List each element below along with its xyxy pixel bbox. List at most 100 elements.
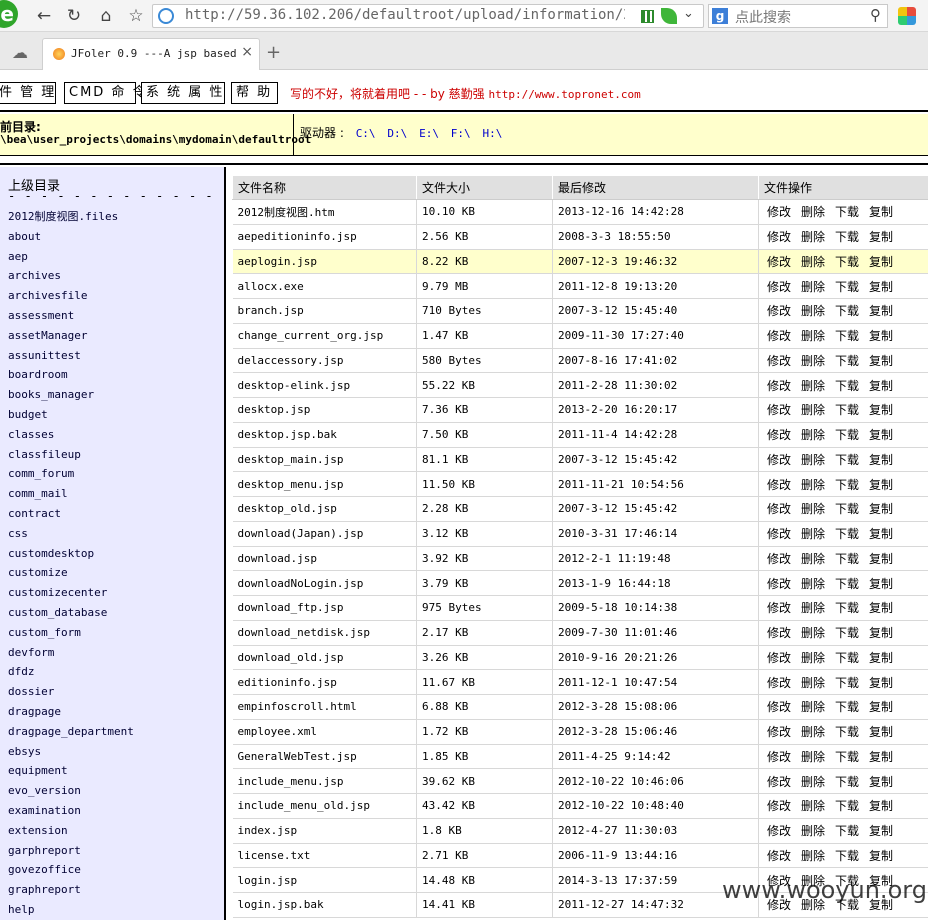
delete-link[interactable]: 删除 bbox=[801, 822, 825, 839]
edit-link[interactable]: 修改 bbox=[767, 203, 791, 220]
delete-link[interactable]: 删除 bbox=[801, 723, 825, 740]
sidebar-dir-item[interactable]: dfdz bbox=[8, 662, 134, 682]
sidebar-dir-item[interactable]: archives bbox=[8, 266, 134, 286]
drive-f-link[interactable]: F:\ bbox=[451, 127, 471, 140]
edit-link[interactable]: 修改 bbox=[767, 401, 791, 418]
delete-link[interactable]: 删除 bbox=[801, 401, 825, 418]
sidebar-dir-item[interactable]: 2012制度视图.files bbox=[8, 207, 134, 227]
file-name-cell[interactable]: desktop_old.jsp bbox=[232, 496, 417, 522]
file-name-cell[interactable]: change_current_org.jsp bbox=[232, 323, 417, 349]
copy-link[interactable]: 复制 bbox=[869, 599, 893, 616]
sidebar-dir-item[interactable]: comm_mail bbox=[8, 484, 134, 504]
delete-link[interactable]: 删除 bbox=[801, 797, 825, 814]
help-button[interactable]: 帮 助 bbox=[231, 82, 278, 104]
copy-link[interactable]: 复制 bbox=[869, 797, 893, 814]
delete-link[interactable]: 删除 bbox=[801, 847, 825, 864]
file-name-cell[interactable]: desktop_main.jsp bbox=[232, 447, 417, 473]
sidebar-dir-item[interactable]: extension bbox=[8, 821, 134, 841]
copy-link[interactable]: 复制 bbox=[869, 674, 893, 691]
download-link[interactable]: 下载 bbox=[835, 327, 859, 344]
file-name-cell[interactable]: editioninfo.jsp bbox=[232, 669, 417, 695]
cmd-button[interactable]: CMD 命 令 bbox=[64, 82, 146, 104]
edit-link[interactable]: 修改 bbox=[767, 847, 791, 864]
copy-link[interactable]: 复制 bbox=[869, 773, 893, 790]
download-link[interactable]: 下载 bbox=[835, 500, 859, 517]
file-name-cell[interactable]: index.jsp bbox=[232, 818, 417, 844]
site-link[interactable]: http://www.topronet.com bbox=[488, 88, 640, 101]
back-icon[interactable]: ← bbox=[32, 4, 56, 28]
sidebar-dir-item[interactable]: dragpage bbox=[8, 702, 134, 722]
file-name-cell[interactable]: 2012制度视图.htm bbox=[232, 199, 417, 225]
home-icon[interactable]: ⌂ bbox=[94, 4, 118, 28]
download-link[interactable]: 下载 bbox=[835, 773, 859, 790]
copy-link[interactable]: 复制 bbox=[869, 624, 893, 641]
copy-link[interactable]: 复制 bbox=[869, 500, 893, 517]
address-bar[interactable]: http://59.36.102.206/defaultroot/upload/… bbox=[152, 4, 704, 28]
file-name-cell[interactable]: download_old.jsp bbox=[232, 645, 417, 671]
file-name-cell[interactable]: desktop-elink.jsp bbox=[232, 372, 417, 398]
sidebar-dir-item[interactable]: garphreport bbox=[8, 841, 134, 861]
file-name-cell[interactable]: aeplogin.jsp bbox=[232, 249, 417, 275]
copy-link[interactable]: 复制 bbox=[869, 847, 893, 864]
edit-link[interactable]: 修改 bbox=[767, 278, 791, 295]
file-name-cell[interactable]: download(Japan).jsp bbox=[232, 521, 417, 547]
system-props-button[interactable]: 系 统 属 性 bbox=[141, 82, 225, 104]
download-link[interactable]: 下载 bbox=[835, 278, 859, 295]
sidebar-dir-item[interactable]: customdesktop bbox=[8, 544, 134, 564]
copy-link[interactable]: 复制 bbox=[869, 723, 893, 740]
delete-link[interactable]: 删除 bbox=[801, 599, 825, 616]
file-name-cell[interactable]: empinfoscroll.html bbox=[232, 694, 417, 720]
search-box[interactable]: g 点此搜索 ⚲ bbox=[708, 4, 888, 28]
file-name-cell[interactable]: GeneralWebTest.jsp bbox=[232, 744, 417, 770]
drive-d-link[interactable]: D:\ bbox=[387, 127, 407, 140]
tab-close-icon[interactable]: × bbox=[241, 44, 253, 60]
edit-link[interactable]: 修改 bbox=[767, 426, 791, 443]
sidebar-dir-item[interactable]: dragpage_department bbox=[8, 722, 134, 742]
edit-link[interactable]: 修改 bbox=[767, 723, 791, 740]
download-link[interactable]: 下载 bbox=[835, 476, 859, 493]
browser-logo-icon[interactable]: e bbox=[0, 0, 18, 28]
copy-link[interactable]: 复制 bbox=[869, 401, 893, 418]
download-link[interactable]: 下载 bbox=[835, 401, 859, 418]
copy-link[interactable]: 复制 bbox=[869, 426, 893, 443]
download-link[interactable]: 下载 bbox=[835, 352, 859, 369]
copy-link[interactable]: 复制 bbox=[869, 327, 893, 344]
delete-link[interactable]: 删除 bbox=[801, 327, 825, 344]
edit-link[interactable]: 修改 bbox=[767, 451, 791, 468]
file-name-cell[interactable]: download_netdisk.jsp bbox=[232, 620, 417, 646]
file-name-cell[interactable]: aepeditioninfo.jsp bbox=[232, 224, 417, 250]
drive-c-link[interactable]: C:\ bbox=[356, 127, 376, 140]
sidebar-dir-item[interactable]: ebsys bbox=[8, 742, 134, 762]
delete-link[interactable]: 删除 bbox=[801, 525, 825, 542]
delete-link[interactable]: 删除 bbox=[801, 773, 825, 790]
sidebar-dir-item[interactable]: help bbox=[8, 900, 134, 920]
sidebar-dir-item[interactable]: archivesfile bbox=[8, 286, 134, 306]
edit-link[interactable]: 修改 bbox=[767, 253, 791, 270]
reload-icon[interactable]: ↻ bbox=[62, 4, 86, 28]
sidebar-dir-item[interactable]: books_manager bbox=[8, 385, 134, 405]
edit-link[interactable]: 修改 bbox=[767, 624, 791, 641]
search-input[interactable]: 点此搜索 bbox=[735, 7, 791, 27]
edit-link[interactable]: 修改 bbox=[767, 599, 791, 616]
download-link[interactable]: 下载 bbox=[835, 302, 859, 319]
apps-grid-icon[interactable] bbox=[898, 7, 916, 25]
edit-link[interactable]: 修改 bbox=[767, 822, 791, 839]
delete-link[interactable]: 删除 bbox=[801, 278, 825, 295]
file-name-cell[interactable]: desktop.jsp bbox=[232, 397, 417, 423]
delete-link[interactable]: 删除 bbox=[801, 228, 825, 245]
drive-e-link[interactable]: E:\ bbox=[419, 127, 439, 140]
copy-link[interactable]: 复制 bbox=[869, 550, 893, 567]
magnifier-icon[interactable]: ⚲ bbox=[870, 6, 881, 24]
file-name-cell[interactable]: downloadNoLogin.jsp bbox=[232, 570, 417, 596]
sidebar-dir-item[interactable]: assessment bbox=[8, 306, 134, 326]
download-link[interactable]: 下载 bbox=[835, 847, 859, 864]
delete-link[interactable]: 删除 bbox=[801, 253, 825, 270]
qr-code-icon[interactable] bbox=[641, 10, 654, 23]
download-link[interactable]: 下载 bbox=[835, 253, 859, 270]
edit-link[interactable]: 修改 bbox=[767, 377, 791, 394]
edit-link[interactable]: 修改 bbox=[767, 500, 791, 517]
edit-link[interactable]: 修改 bbox=[767, 352, 791, 369]
file-manage-button[interactable]: 件 管 理 bbox=[0, 82, 56, 104]
download-link[interactable]: 下载 bbox=[835, 525, 859, 542]
edit-link[interactable]: 修改 bbox=[767, 302, 791, 319]
